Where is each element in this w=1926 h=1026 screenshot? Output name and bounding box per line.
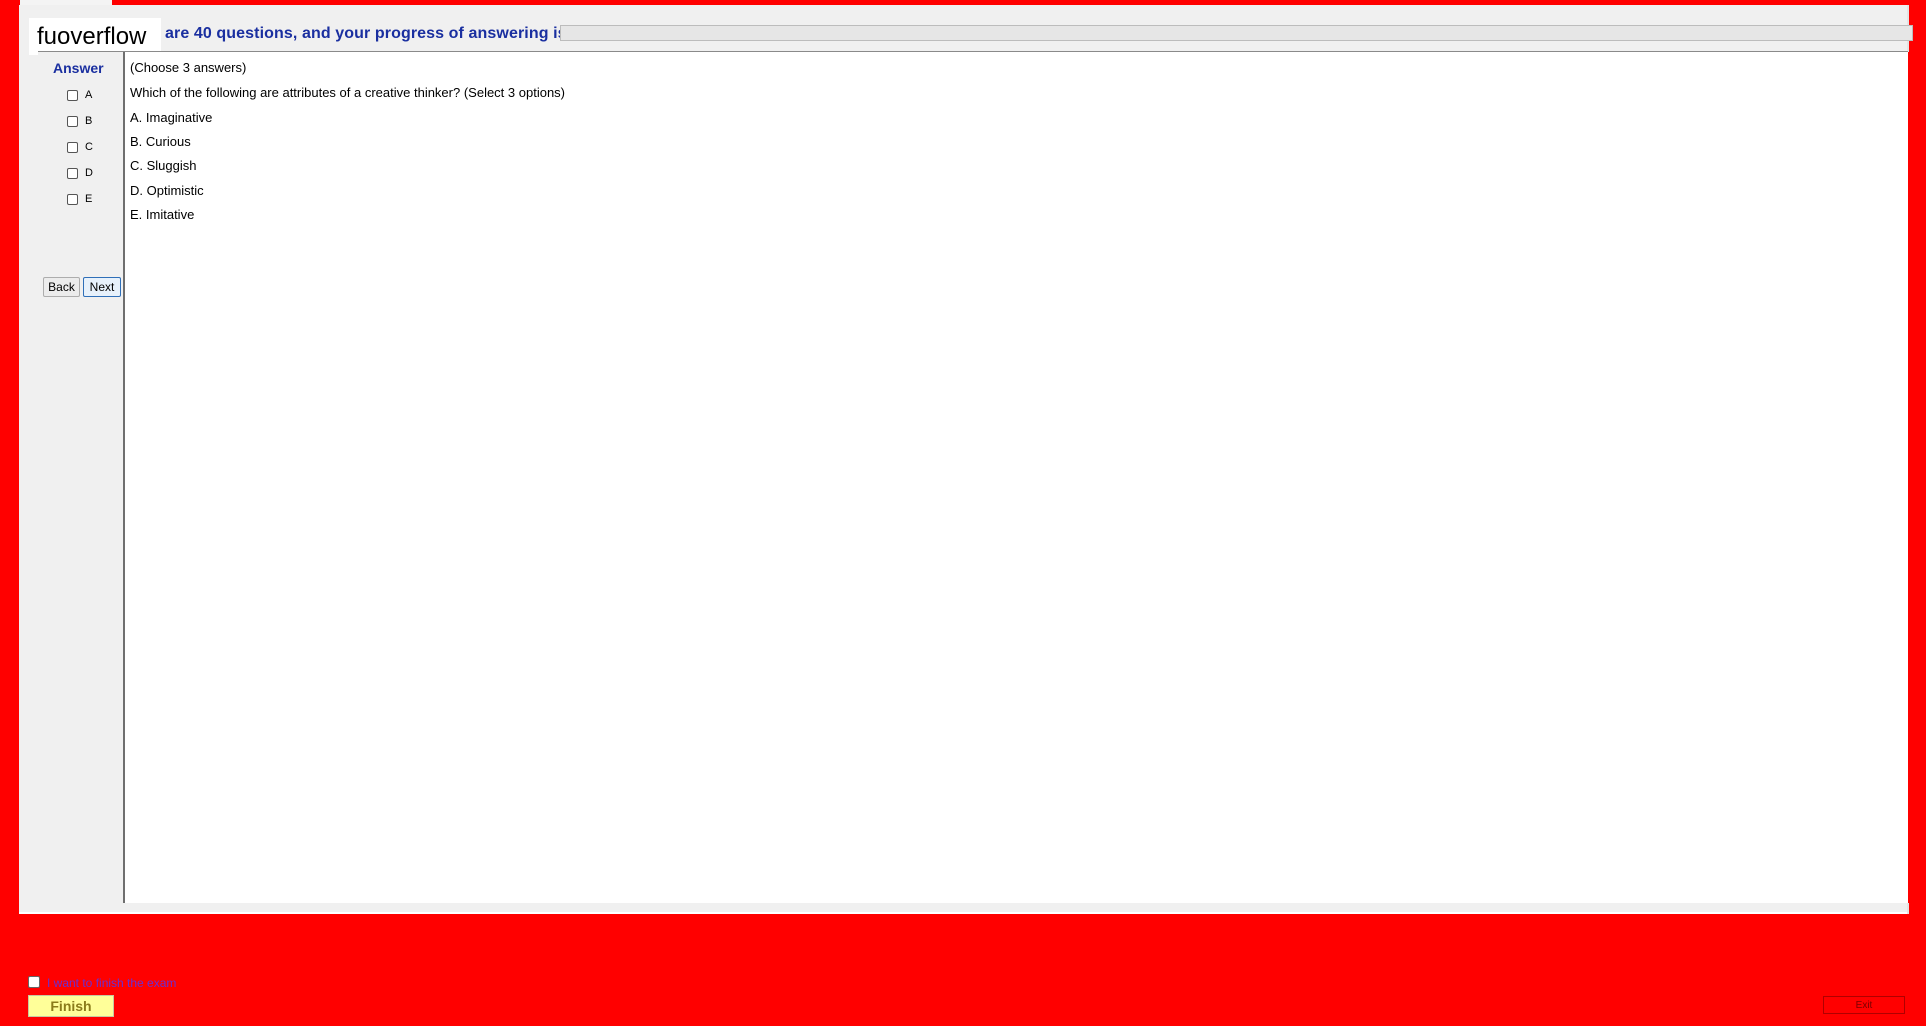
question-text: Which of the following are attributes of… bbox=[130, 85, 565, 100]
back-button[interactable]: Back bbox=[43, 277, 80, 297]
answer-checkbox-b[interactable] bbox=[67, 115, 78, 127]
answer-option-a[interactable]: A bbox=[67, 87, 92, 103]
answer-checkbox-e[interactable] bbox=[67, 193, 78, 205]
answer-label-d: D bbox=[85, 167, 93, 179]
panel-bottom-edge bbox=[19, 912, 1907, 914]
choice-c: C. Sluggish bbox=[130, 158, 197, 173]
finish-button[interactable]: Finish bbox=[28, 995, 114, 1017]
answer-label-a: A bbox=[85, 89, 93, 101]
answer-checkbox-a[interactable] bbox=[67, 89, 78, 101]
next-button[interactable]: Next bbox=[83, 277, 121, 297]
answer-checkbox-c[interactable] bbox=[67, 141, 78, 153]
exit-button[interactable]: Exit bbox=[1823, 996, 1905, 1014]
answer-title: Answer bbox=[53, 60, 104, 76]
finish-exam-label[interactable]: I want to finish the exam bbox=[47, 976, 176, 990]
right-edge-bar bbox=[1908, 52, 1912, 903]
answer-label-e: E bbox=[85, 193, 93, 205]
answer-checkbox-d[interactable] bbox=[67, 167, 78, 179]
progress-bar bbox=[560, 25, 1913, 41]
answer-label-c: C bbox=[85, 141, 93, 153]
choice-a: A. Imaginative bbox=[130, 110, 213, 125]
exam-panel: fuoverflow are 40 questions, and your pr… bbox=[19, 5, 1913, 914]
finish-exam-checkbox[interactable] bbox=[28, 976, 40, 988]
answer-option-e[interactable]: E bbox=[67, 191, 92, 207]
answer-option-c[interactable]: C bbox=[67, 139, 93, 155]
answer-option-b[interactable]: B bbox=[67, 113, 92, 129]
question-area: (Choose 3 answers) Which of the followin… bbox=[125, 52, 1908, 903]
progress-text: are 40 questions, and your progress of a… bbox=[165, 25, 567, 42]
answer-column: Answer A B C D E Back Next bbox=[38, 52, 123, 903]
question-instruction: (Choose 3 answers) bbox=[130, 60, 247, 75]
choice-d: D. Optimistic bbox=[130, 183, 204, 198]
answer-label-b: B bbox=[85, 115, 93, 127]
choice-e: E. Imitative bbox=[130, 207, 195, 222]
choice-b: B. Curious bbox=[130, 134, 191, 149]
answer-option-d[interactable]: D bbox=[67, 165, 93, 181]
logo: fuoverflow bbox=[29, 18, 161, 55]
